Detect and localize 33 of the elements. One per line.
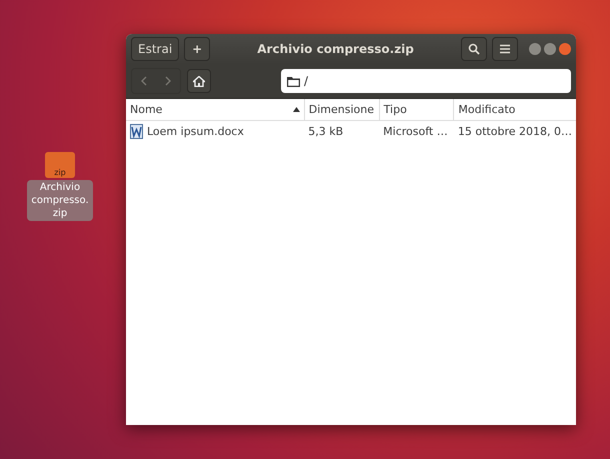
- search-icon: [468, 43, 480, 55]
- file-name: Loem ipsum.docx: [147, 125, 244, 138]
- column-label: Dimensione: [308, 103, 374, 116]
- close-button[interactable]: [559, 43, 571, 55]
- window-title: Archivio compresso.zip: [256, 42, 415, 56]
- modified-date: 15 ottobre 2018, 0…: [454, 120, 576, 142]
- column-label: Tipo: [384, 103, 407, 116]
- home-button[interactable]: [187, 69, 211, 93]
- chevron-left-icon: [141, 76, 147, 86]
- column-header[interactable]: Nome: [126, 99, 304, 120]
- folder-icon: [287, 76, 300, 86]
- column-header[interactable]: Dimensione: [304, 99, 380, 120]
- column-header[interactable]: Modificato: [454, 99, 576, 120]
- document-icon: [130, 124, 143, 139]
- desktop-icon-label[interactable]: Archivio compresso.zip: [27, 180, 93, 221]
- file-size: 5,3 kB: [304, 120, 380, 142]
- add-button[interactable]: +: [184, 37, 210, 61]
- archive-icon[interactable]: zip: [45, 152, 75, 178]
- path-text: /: [304, 74, 308, 88]
- home-icon: [193, 76, 205, 86]
- location-field[interactable]: /: [281, 69, 571, 93]
- column-header[interactable]: Tipo: [379, 99, 454, 120]
- menu-icon: [500, 44, 510, 54]
- column-label: Modificato: [458, 103, 516, 116]
- menu-button[interactable]: [492, 37, 518, 61]
- search-button[interactable]: [461, 37, 487, 61]
- file-type: Microsoft …: [379, 120, 454, 142]
- extract-button[interactable]: Estrai: [131, 37, 180, 61]
- maximize-button[interactable]: [544, 43, 556, 55]
- minimize-button[interactable]: [529, 43, 541, 55]
- file-row[interactable]: Loem ipsum.docx 5,3 kB Microsoft … 15 ottobre 2018, 0…: [126, 120, 576, 142]
- column-label: Nome: [130, 103, 162, 116]
- chevron-right-icon: [165, 76, 171, 86]
